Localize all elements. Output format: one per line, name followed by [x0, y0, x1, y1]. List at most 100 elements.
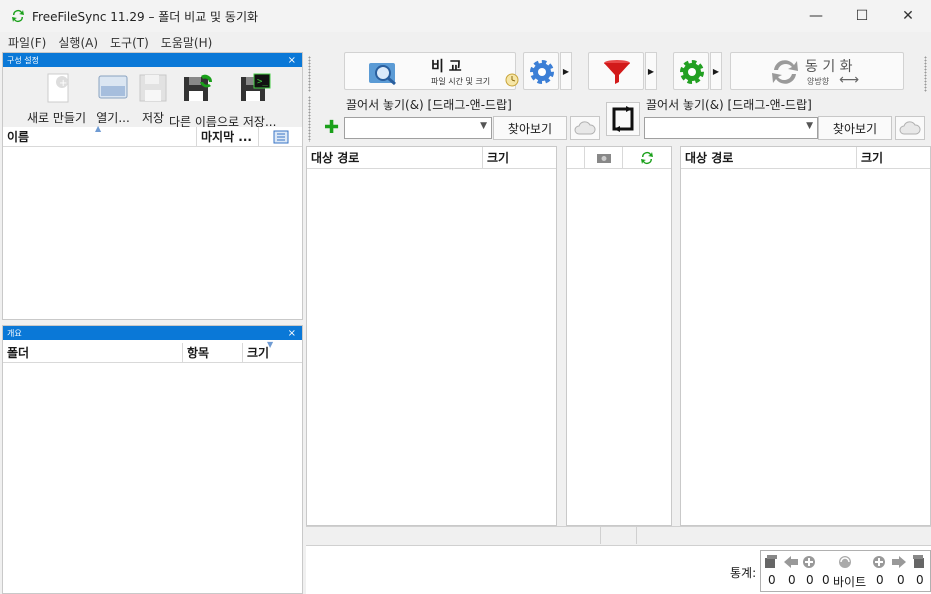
overview-panel-close-icon[interactable]: ×	[288, 328, 296, 339]
right-col-path[interactable]: 대상 경로	[681, 147, 857, 168]
overview-panel-header: 개요 ×	[3, 326, 302, 340]
blue-gear-icon	[530, 60, 554, 84]
left-drop-label: 끌어서 놓기(&) [드래그-앤-드랍]	[346, 98, 512, 112]
left-col-size[interactable]: 크기	[483, 147, 556, 168]
sync-dropdown-arrow[interactable]: ▶	[710, 52, 722, 90]
left-col-size-label: 크기	[487, 151, 510, 165]
config-col-name[interactable]: 이름 ▲	[3, 124, 197, 146]
stat-bytes-unit: 바이트	[833, 575, 867, 589]
open-config-button[interactable]: 열기...	[95, 71, 131, 126]
menu-tools[interactable]: 도구(T)	[104, 34, 155, 51]
create-left-icon	[765, 555, 777, 568]
right-browse-button[interactable]: 찾아보기	[818, 116, 892, 140]
compare-dropdown-arrow[interactable]: ▶	[560, 52, 572, 90]
right-grid-header: 대상 경로 크기	[681, 147, 930, 169]
stat-create-right: 0	[916, 573, 924, 587]
left-folder-dropdown-icon[interactable]: ▼	[480, 121, 487, 131]
title-bar: FreeFileSync 11.29 – 폴더 비교 및 동기화 — ☐ ✕	[0, 0, 931, 32]
middle-col-action[interactable]	[623, 147, 671, 168]
menu-help[interactable]: 도움말(H)	[155, 34, 219, 51]
middle-grid-header	[567, 147, 671, 169]
middle-action-grid[interactable]	[566, 146, 672, 526]
left-browse-button[interactable]: 찾아보기	[493, 116, 567, 140]
right-folder-dropdown-icon[interactable]: ▼	[806, 121, 813, 131]
column-list-icon	[273, 130, 288, 143]
new-config-label: 새로 만들기	[27, 111, 87, 125]
main-toolbar: 비 교 파일 시간 및 크기 ▶ ▶ ▶ 동 기 화 양방향 ⟷	[316, 52, 931, 92]
filter-button[interactable]	[588, 52, 644, 90]
left-cloud-button[interactable]	[570, 116, 600, 140]
freefilesync-logo-icon	[12, 10, 24, 23]
new-config-button[interactable]: + 새로 만들기	[27, 71, 86, 126]
right-col-size[interactable]: 크기	[857, 147, 930, 168]
middle-col-category[interactable]	[585, 147, 623, 168]
right-folder-row: 끌어서 놓기(&) [드래그-앤-드랍] ▼ 찾아보기	[644, 92, 931, 144]
synchronize-button[interactable]: 동 기 화 양방향 ⟷	[730, 52, 904, 90]
camera-icon	[596, 153, 611, 163]
sort-desc-icon: ▼	[267, 340, 274, 349]
right-folder-input[interactable]: ▼	[644, 117, 818, 139]
folder-row-grip[interactable]	[308, 96, 311, 142]
config-col-settings[interactable]	[259, 127, 302, 146]
maximize-button[interactable]: ☐	[839, 0, 885, 32]
right-cloud-button[interactable]	[895, 116, 925, 140]
compare-label: 비 교	[431, 59, 462, 75]
left-grid-header: 대상 경로 크기	[307, 147, 556, 169]
green-gear-icon	[680, 60, 704, 84]
add-folder-pair-icon[interactable]: ✚	[324, 119, 339, 137]
swap-arrows-icon	[612, 106, 634, 132]
stats-box: 0 0 0 0 바이트 0 0 0	[760, 550, 931, 592]
open-config-label: 열기...	[96, 111, 130, 125]
sync-sub-label: 양방향	[807, 77, 830, 86]
overview-col-size[interactable]: 크기 ▼	[243, 340, 302, 362]
config-panel: 구성 설정 × + 새로 만들기 열기... 저장 다른 이름으로 저장...	[2, 52, 303, 320]
overview-col-folder[interactable]: 폴더	[3, 343, 183, 362]
clock-icon	[505, 73, 519, 87]
sync-arrows-icon	[772, 60, 798, 84]
right-file-grid[interactable]: 대상 경로 크기	[680, 146, 931, 526]
left-folder-row: 끌어서 놓기(&) [드래그-앤-드랍] ✚ ▼ 찾아보기	[316, 92, 604, 144]
left-file-grid[interactable]: 대상 경로 크기	[306, 146, 557, 526]
left-col-path[interactable]: 대상 경로	[307, 147, 483, 168]
left-col-path-label: 대상 경로	[311, 151, 360, 165]
config-col-last[interactable]: 마지막 ...	[197, 127, 259, 146]
save-batch-disk-icon: >_	[237, 71, 273, 105]
close-window-button[interactable]: ✕	[885, 0, 931, 32]
filter-dropdown-arrow[interactable]: ▶	[645, 52, 657, 90]
status-bar	[306, 526, 931, 544]
arrow-right-icon	[892, 556, 906, 568]
save-as-batch-button[interactable]: >_	[237, 71, 273, 105]
svg-text:+: +	[59, 78, 67, 89]
overview-col-items-label: 항목	[187, 346, 210, 360]
config-list-header: 이름 ▲ 마지막 ...	[3, 124, 302, 147]
overview-col-size-label: 크기	[247, 346, 270, 360]
compare-sub-label: 파일 시간 및 크기	[431, 77, 491, 86]
save-config-button[interactable]: 저장	[135, 71, 171, 126]
compare-settings-button[interactable]	[523, 52, 559, 90]
menu-action[interactable]: 실행(A)	[52, 34, 104, 51]
save-as-config-button[interactable]: 다른 이름으로 저장...	[169, 71, 276, 129]
svg-text:>_: >_	[257, 77, 268, 87]
arrow-left-icon	[784, 556, 798, 568]
right-col-path-label: 대상 경로	[685, 151, 734, 165]
config-panel-close-icon[interactable]: ×	[288, 55, 296, 66]
sync-settings-button[interactable]	[673, 52, 709, 90]
menu-file[interactable]: 파일(F)	[2, 34, 52, 51]
overview-col-items[interactable]: 항목	[183, 343, 243, 362]
add-right-icon	[873, 556, 885, 568]
sort-asc-icon: ▲	[95, 124, 102, 133]
middle-col-checkbox[interactable]	[567, 147, 585, 168]
panel-resize-grip[interactable]	[308, 56, 311, 92]
config-panel-title: 구성 설정	[7, 55, 39, 65]
swap-sides-button[interactable]	[606, 102, 640, 136]
two-way-arrow-icon: ⟷	[839, 72, 860, 88]
stat-update-right: 0	[897, 573, 905, 587]
minimize-button[interactable]: —	[793, 0, 839, 32]
config-panel-header: 구성 설정 ×	[3, 53, 302, 67]
compare-button[interactable]: 비 교 파일 시간 및 크기	[344, 52, 519, 90]
left-folder-input[interactable]: ▼	[344, 117, 492, 139]
overview-panel: 개요 × 폴더 항목 크기 ▼	[2, 325, 303, 594]
stat-update-left: 0	[788, 573, 796, 587]
config-col-last-label: 마지막 ...	[201, 130, 252, 144]
right-col-size-label: 크기	[861, 151, 884, 165]
